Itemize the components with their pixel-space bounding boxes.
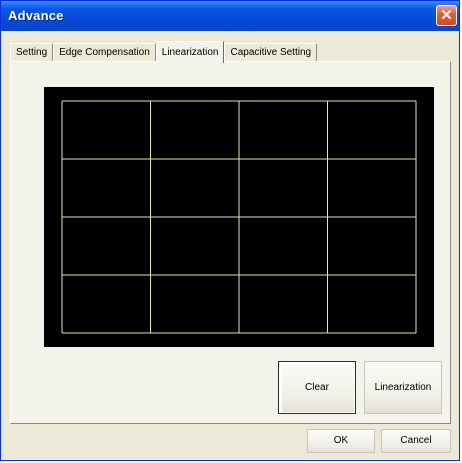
ok-button[interactable]: OK [307,429,375,453]
linearization-panel: Clear Linearization [10,61,451,424]
tab-capacitive-setting[interactable]: Capacitive Setting [224,43,318,62]
linearization-grid [61,100,417,334]
tab-edge-compensation[interactable]: Edge Compensation [53,43,156,62]
cancel-button[interactable]: Cancel [381,429,451,453]
advance-dialog: Advance ✕ Setting Edge Compensation Line… [0,0,460,461]
window-title: Advance [8,8,64,23]
tab-linearization[interactable]: Linearization [155,41,225,63]
close-icon: ✕ [440,7,453,24]
tab-strip: Setting Edge Compensation Linearization … [10,40,318,63]
clear-button[interactable]: Clear [278,361,356,414]
title-bar[interactable]: Advance ✕ [1,1,459,31]
tab-setting[interactable]: Setting [10,43,54,62]
linearization-button[interactable]: Linearization [364,361,442,414]
close-button[interactable]: ✕ [436,5,457,26]
linearization-canvas[interactable] [44,87,434,347]
